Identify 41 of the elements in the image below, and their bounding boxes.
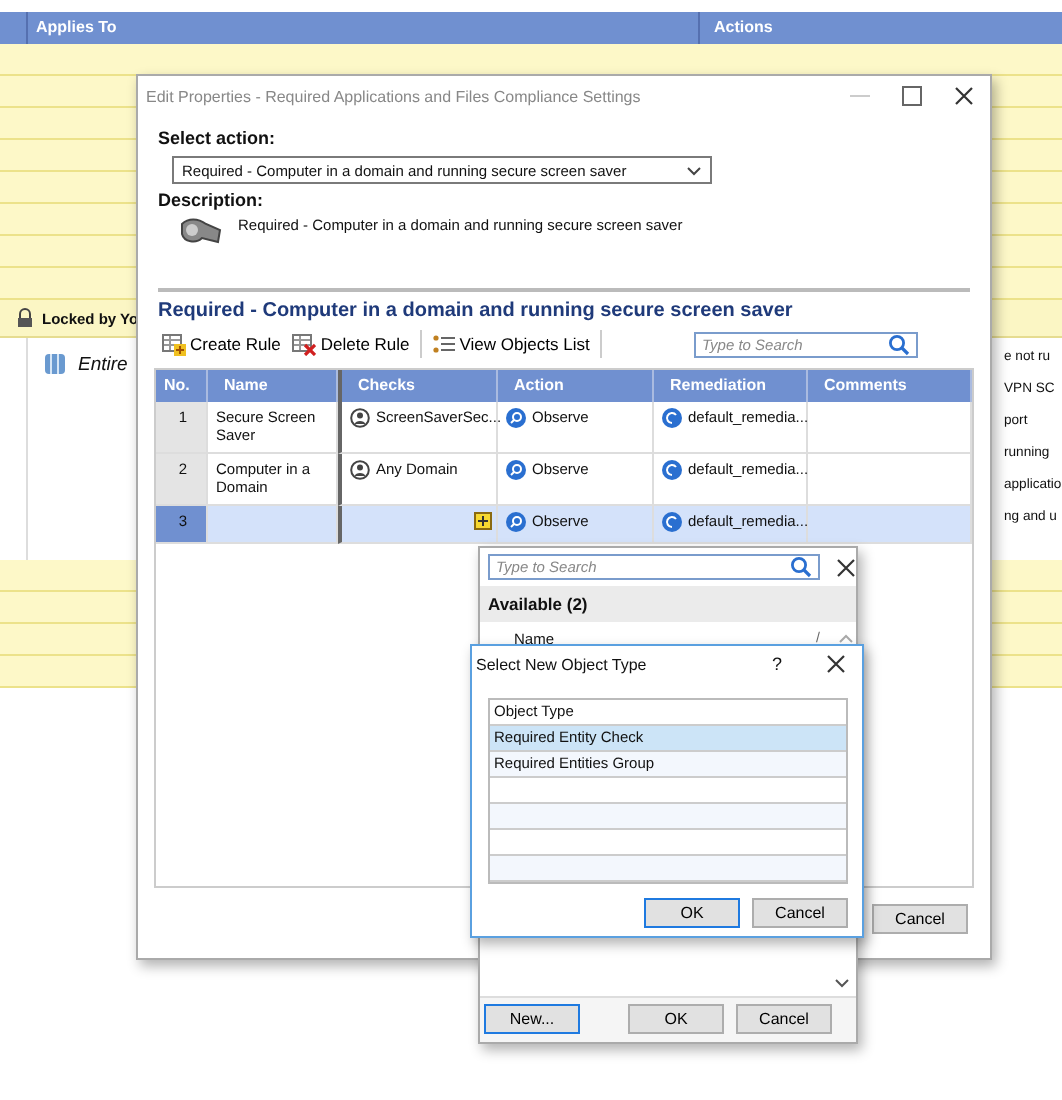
search-badge-icon	[506, 460, 526, 480]
lock-icon	[16, 308, 34, 328]
help-button[interactable]: ?	[771, 654, 782, 674]
field-label: Description:	[156, 190, 266, 210]
row-label: Entire	[78, 353, 128, 375]
new-button[interactable]: New...	[484, 1004, 580, 1034]
toolbar-button[interactable]: Create Rule	[156, 332, 287, 356]
scroll-up-icon[interactable]	[836, 630, 856, 646]
section-heading: Required - Computer in a domain and running secure screen saver	[156, 298, 795, 322]
search-badge-icon	[506, 408, 526, 428]
search-icon	[888, 333, 910, 355]
cancel-button[interactable]: Cancel	[872, 904, 968, 934]
refresh-badge-icon	[662, 408, 682, 428]
chevron-down-icon	[686, 165, 702, 175]
delete-rule-icon	[292, 332, 317, 356]
cancel-button[interactable]: Cancel	[736, 1004, 832, 1034]
close-icon[interactable]	[836, 557, 856, 577]
whistle-icon	[178, 216, 222, 248]
search-badge-icon	[506, 512, 526, 532]
database-icon	[44, 352, 66, 376]
toolbar-button[interactable]: Delete Rule	[286, 332, 416, 356]
ok-button[interactable]: OK	[628, 1004, 724, 1034]
group-header: Available (2)	[480, 586, 856, 622]
create-rule-icon	[162, 332, 186, 356]
person-icon	[350, 408, 370, 428]
maximize-icon[interactable]	[902, 86, 922, 106]
ok-button[interactable]: OK	[644, 898, 740, 928]
person-icon	[350, 460, 370, 480]
search-icon	[790, 556, 812, 578]
window-title: Select New Object Type	[476, 655, 649, 673]
scroll-down-icon[interactable]	[832, 976, 852, 992]
refresh-badge-icon	[662, 460, 682, 480]
close-icon[interactable]	[826, 654, 846, 674]
toolbar-button[interactable]: View Objects List	[425, 332, 596, 356]
list-icon	[431, 332, 456, 356]
window-title: Edit Properties - Required Applications and Files Compliance Settings	[146, 87, 643, 105]
add-icon[interactable]	[474, 512, 492, 530]
close-icon[interactable]	[954, 86, 974, 106]
refresh-badge-icon	[662, 512, 682, 532]
cancel-button[interactable]: Cancel	[752, 898, 848, 928]
field-label: Select action:	[156, 128, 278, 148]
